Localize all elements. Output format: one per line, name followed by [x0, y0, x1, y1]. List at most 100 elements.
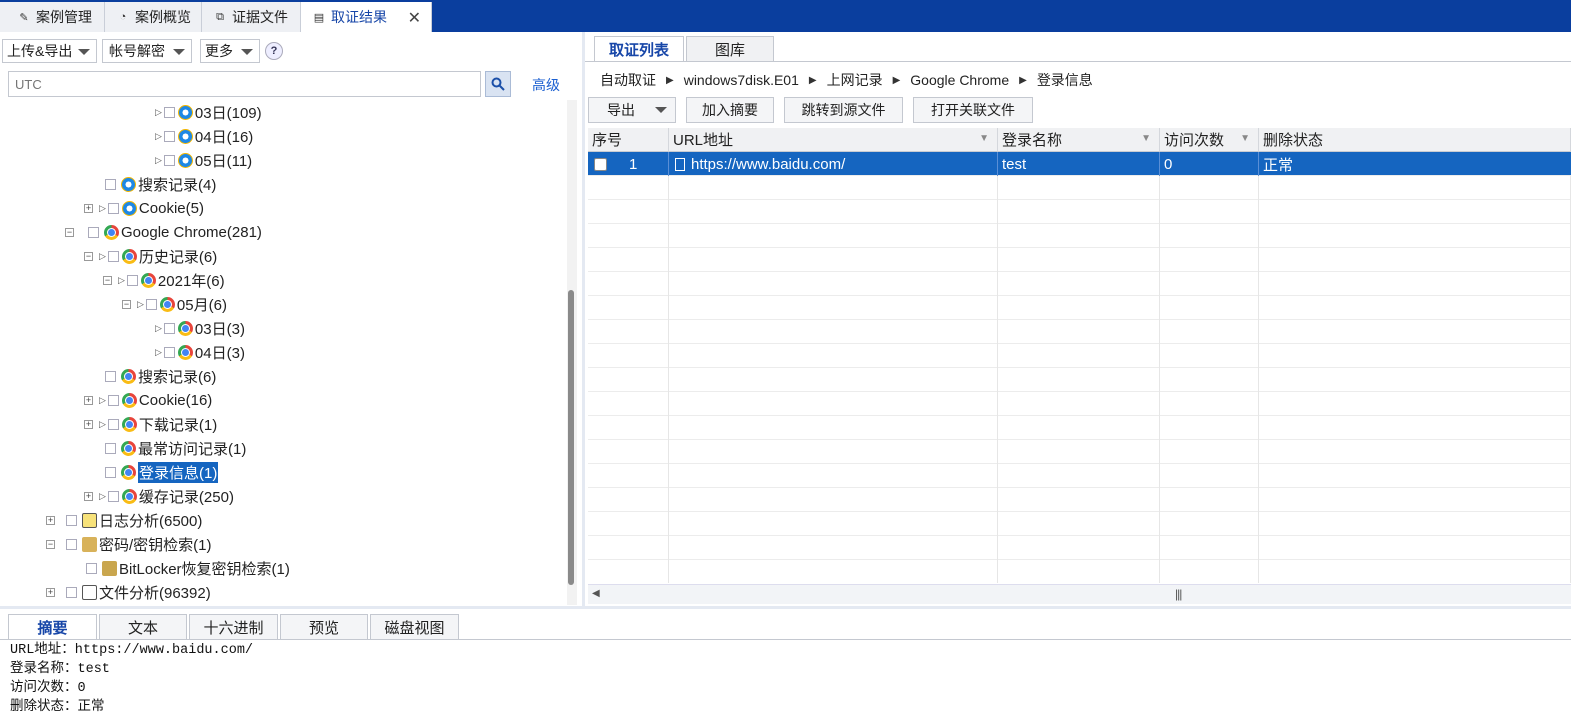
expand-plus-icon[interactable]: + — [46, 587, 55, 597]
breadcrumb-item[interactable]: 登录信息 — [1037, 70, 1093, 90]
expand-triangle-icon[interactable]: ▷ — [99, 251, 106, 262]
search-button[interactable] — [485, 71, 511, 97]
filter-icon[interactable]: ▼ — [1141, 133, 1151, 144]
column-header-status[interactable]: 删除状态 — [1259, 128, 1571, 152]
advanced-search-link[interactable]: 高级 — [532, 75, 560, 95]
column-header-index[interactable]: 序号 — [588, 128, 669, 152]
search-input[interactable] — [8, 71, 481, 97]
checkbox[interactable] — [163, 346, 175, 358]
checkbox[interactable] — [105, 466, 116, 478]
tab-evidence-list[interactable]: 取证列表 — [594, 36, 684, 62]
help-icon[interactable]: ? — [265, 42, 283, 60]
breadcrumb-item[interactable]: Google Chrome — [910, 72, 1009, 88]
expand-triangle-icon[interactable]: ▷ — [99, 491, 106, 502]
column-header-url[interactable]: URL地址 ▼ — [669, 128, 998, 152]
column-header-login[interactable]: 登录名称 ▼ — [998, 128, 1160, 152]
expand-triangle-icon[interactable]: ▷ — [137, 299, 144, 310]
tab-forensic-results[interactable]: ▤ 取证结果 ✕ — [301, 2, 432, 32]
checkbox[interactable] — [107, 202, 119, 214]
checkbox[interactable] — [105, 442, 116, 454]
checkbox[interactable] — [107, 394, 119, 406]
tree-node-chrome-day-04[interactable]: ▷ 04日(3) — [155, 341, 245, 363]
checkbox[interactable] — [105, 370, 116, 382]
tab-preview[interactable]: 预览 — [280, 614, 368, 639]
checkbox[interactable] — [66, 538, 77, 550]
expand-plus-icon[interactable]: + — [84, 491, 93, 501]
checkbox[interactable] — [88, 226, 99, 238]
tab-evidence-files[interactable]: ⧉ 证据文件 — [202, 2, 301, 32]
checkbox[interactable] — [163, 154, 175, 166]
tab-hex[interactable]: 十六进制 — [189, 614, 278, 639]
expand-triangle-icon[interactable]: ▷ — [155, 131, 162, 142]
open-related-file-button[interactable]: 打开关联文件 — [913, 97, 1033, 123]
expand-plus-icon[interactable]: + — [84, 203, 93, 213]
column-header-visits[interactable]: 访问次数 ▼ — [1160, 128, 1259, 152]
more-dropdown[interactable]: 更多 — [200, 39, 260, 63]
expand-triangle-icon[interactable]: ▷ — [155, 323, 162, 334]
export-dropdown[interactable]: 导出 — [588, 97, 676, 123]
scroll-left-icon[interactable]: ◀ — [592, 588, 600, 599]
checkbox[interactable] — [105, 178, 116, 190]
breadcrumb-item[interactable]: 自动取证 — [600, 70, 656, 90]
vertical-splitter[interactable] — [582, 32, 585, 608]
collapse-minus-icon[interactable]: − — [122, 299, 131, 309]
tab-text[interactable]: 文本 — [99, 614, 187, 639]
tab-disk-view[interactable]: 磁盘视图 — [370, 614, 459, 639]
tree-node-chrome-search[interactable]: 搜索记录(6) — [105, 365, 216, 387]
tab-case-management[interactable]: ✎ 案例管理 — [0, 2, 105, 32]
checkbox[interactable] — [163, 322, 175, 334]
add-summary-button[interactable]: 加入摘要 — [686, 97, 774, 123]
tree-node-chrome-logins[interactable]: 登录信息(1) — [105, 461, 219, 483]
scrollbar-grip-icon[interactable]: ||| — [1175, 587, 1182, 601]
tree-node-google-chrome[interactable]: − Google Chrome(281) — [65, 221, 262, 243]
breadcrumb-item[interactable]: windows7disk.E01 — [684, 72, 799, 88]
tree-node-chrome-cookie[interactable]: + ▷ Cookie(16) — [84, 389, 212, 411]
row-checkbox[interactable] — [594, 157, 607, 171]
tree-node-password-search[interactable]: − 密码/密钥检索(1) — [46, 533, 212, 555]
checkbox[interactable] — [163, 130, 175, 142]
table-row[interactable]: 1 https://www.baidu.com/ test 0 正常 — [588, 152, 1571, 176]
checkbox[interactable] — [66, 586, 77, 598]
horizontal-splitter[interactable] — [0, 606, 1571, 609]
tree-node-chrome-top-sites[interactable]: 最常访问记录(1) — [105, 437, 246, 459]
tree-node-chrome-cache[interactable]: + ▷ 缓存记录(250) — [84, 485, 234, 507]
checkbox[interactable] — [66, 514, 77, 526]
checkbox[interactable] — [107, 250, 119, 262]
checkbox[interactable] — [86, 562, 97, 574]
tree-scrollbar-thumb[interactable] — [568, 290, 574, 585]
collapse-minus-icon[interactable]: − — [103, 275, 112, 285]
breadcrumb-item[interactable]: 上网记录 — [827, 70, 883, 90]
expand-triangle-icon[interactable]: ▷ — [99, 395, 106, 406]
expand-plus-icon[interactable]: + — [84, 419, 93, 429]
checkbox[interactable] — [107, 418, 119, 430]
expand-triangle-icon[interactable]: ▷ — [118, 275, 125, 286]
tree-node-ie-day-05[interactable]: ▷ 05日(11) — [155, 149, 252, 171]
expand-triangle-icon[interactable]: ▷ — [155, 107, 162, 118]
tree-node-ie-cookie[interactable]: + ▷ Cookie(5) — [84, 197, 204, 219]
tree-node-ie-search[interactable]: 搜索记录(4) — [105, 173, 216, 195]
collapse-minus-icon[interactable]: − — [84, 251, 93, 261]
collapse-minus-icon[interactable]: − — [65, 227, 74, 237]
checkbox[interactable] — [126, 274, 138, 286]
tree-node-chrome-day-03[interactable]: ▷ 03日(3) — [155, 317, 245, 339]
tab-case-overview[interactable]: ◔ 案例概览 — [105, 2, 202, 32]
tree-node-chrome-may[interactable]: − ▷ 05月(6) — [122, 293, 227, 315]
tree-node-chrome-downloads[interactable]: + ▷ 下载记录(1) — [84, 413, 217, 435]
expand-triangle-icon[interactable]: ▷ — [99, 419, 106, 430]
account-decrypt-dropdown[interactable]: 帐号解密 — [102, 39, 192, 63]
tree-node-log-analysis[interactable]: + 日志分析(6500) — [46, 509, 202, 531]
horizontal-scrollbar[interactable] — [588, 584, 1571, 604]
tree-node-file-analysis[interactable]: + 文件分析(96392) — [46, 581, 211, 603]
collapse-minus-icon[interactable]: − — [46, 539, 55, 549]
expand-triangle-icon[interactable]: ▷ — [155, 155, 162, 166]
checkbox[interactable] — [107, 490, 119, 502]
jump-to-source-button[interactable]: 跳转到源文件 — [784, 97, 903, 123]
tree-node-chrome-history[interactable]: − ▷ 历史记录(6) — [84, 245, 217, 267]
upload-export-dropdown[interactable]: 上传&导出 — [2, 39, 97, 63]
tree-node-ie-day-03[interactable]: ▷ 03日(109) — [155, 101, 262, 123]
expand-plus-icon[interactable]: + — [84, 395, 93, 405]
tab-gallery[interactable]: 图库 — [686, 36, 774, 62]
tree-node-ie-day-04[interactable]: ▷ 04日(16) — [155, 125, 253, 147]
checkbox[interactable] — [145, 298, 157, 310]
close-icon[interactable]: ✕ — [408, 8, 421, 28]
